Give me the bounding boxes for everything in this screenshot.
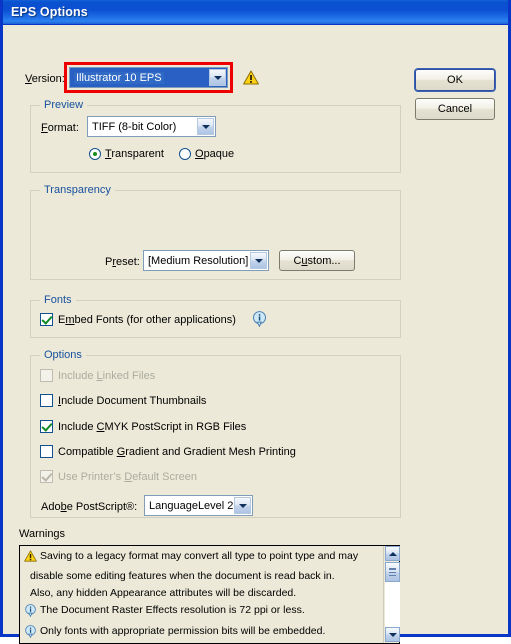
- scroll-thumb-grip: [389, 568, 396, 576]
- version-label: Version:: [25, 73, 65, 85]
- postscript-combo[interactable]: LanguageLevel 2: [144, 495, 253, 516]
- radio-transparent-label: Transparent: [105, 148, 164, 160]
- include-linked-files-label: Include Linked Files: [58, 369, 156, 382]
- ok-button[interactable]: OK: [415, 69, 495, 91]
- adobe-postscript-label: Adobe PostScript®:: [41, 501, 138, 513]
- postscript-combo-value: LanguageLevel 2: [149, 499, 234, 512]
- warning-line: Also, any hidden Appearance attributes w…: [20, 587, 399, 600]
- chevron-down-icon[interactable]: [250, 252, 267, 269]
- radio-transparent-dot[interactable]: [89, 148, 101, 160]
- preset-combo-value: [Medium Resolution]: [148, 254, 249, 267]
- option-include-document-thumbnails[interactable]: Include Document Thumbnails: [40, 394, 206, 407]
- radio-transparent[interactable]: Transparent: [89, 148, 164, 160]
- transparency-group-title: Transparency: [40, 184, 115, 196]
- preset-combo[interactable]: [Medium Resolution]: [143, 250, 269, 271]
- scroll-thumb[interactable]: [385, 562, 400, 582]
- cancel-button-label: Cancel: [437, 103, 473, 115]
- warning-text: Saving to a legacy format may convert al…: [40, 550, 359, 562]
- radio-opaque[interactable]: Opaque: [179, 148, 234, 160]
- compatible-gradient-label: Compatible Gradient and Gradient Mesh Pr…: [58, 445, 296, 458]
- radio-opaque-dot[interactable]: [179, 148, 191, 160]
- format-combo[interactable]: TIFF (8-bit Color): [87, 116, 216, 137]
- chevron-down-icon[interactable]: [197, 118, 214, 135]
- option-use-printers-default-screen: Use Printer’s Default Screen: [40, 470, 197, 483]
- info-bubble-icon: [24, 604, 37, 621]
- chevron-down-icon[interactable]: [234, 497, 251, 514]
- title-bar: EPS Options: [3, 0, 508, 25]
- version-highlight-box: [64, 62, 233, 93]
- preview-group-title: Preview: [40, 99, 88, 111]
- warnings-box: Saving to a legacy format may convert al…: [19, 545, 400, 644]
- include-cmyk-postscript-checkbox[interactable]: [40, 420, 53, 433]
- fonts-group-title: Fonts: [40, 294, 76, 306]
- warning-triangle-icon: [243, 70, 259, 88]
- warning-line: disable some editing features when the d…: [20, 570, 399, 583]
- radio-opaque-label: Opaque: [195, 148, 235, 160]
- use-printers-default-screen-label: Use Printer’s Default Screen: [58, 470, 198, 483]
- warning-text: Also, any hidden Appearance attributes w…: [30, 587, 297, 599]
- option-include-linked-files: Include Linked Files: [40, 369, 155, 382]
- dialog-client-area: Version: Illustrator 10 EPS OK Cancel Pr…: [3, 25, 508, 644]
- embed-fonts-checkbox[interactable]: [40, 313, 53, 326]
- warning-text: disable some editing features when the d…: [30, 570, 335, 582]
- warning-triangle-icon: [24, 550, 37, 566]
- include-linked-files-checkbox: [40, 369, 53, 382]
- ok-button-label: OK: [447, 74, 463, 86]
- embed-fonts-checkbox-row[interactable]: Embed Fonts (for other applications): [40, 313, 236, 326]
- window-title: EPS Options: [11, 5, 88, 19]
- warning-line: Only fonts with appropriate permission b…: [20, 625, 399, 642]
- include-cmyk-postscript-label: Include CMYK PostScript in RGB Files: [58, 420, 247, 433]
- option-include-cmyk-postscript[interactable]: Include CMYK PostScript in RGB Files: [40, 420, 246, 433]
- compatible-gradient-checkbox[interactable]: [40, 445, 53, 458]
- eps-options-dialog: EPS Options Version: Illustrator 10 EPS …: [0, 0, 511, 644]
- custom-button[interactable]: Custom...: [279, 250, 355, 271]
- warnings-scrollbar[interactable]: [383, 546, 400, 643]
- warnings-label: Warnings: [19, 528, 66, 540]
- info-bubble-icon[interactable]: [252, 311, 267, 330]
- warning-line: Saving to a legacy format may convert al…: [20, 550, 399, 566]
- format-label: Format:: [41, 122, 79, 134]
- cancel-button[interactable]: Cancel: [415, 98, 495, 120]
- custom-button-label: Custom...: [293, 254, 341, 267]
- warning-text: The Document Raster Effects resolution i…: [40, 604, 305, 616]
- use-printers-default-screen-checkbox: [40, 470, 53, 483]
- warning-text: Only fonts with appropriate permission b…: [40, 625, 326, 637]
- options-group-title: Options: [40, 349, 86, 361]
- embed-fonts-label: Embed Fonts (for other applications): [58, 313, 236, 326]
- option-compatible-gradient[interactable]: Compatible Gradient and Gradient Mesh Pr…: [40, 445, 296, 458]
- format-combo-value: TIFF (8-bit Color): [92, 120, 177, 133]
- info-bubble-icon: [24, 625, 37, 642]
- scroll-up-icon[interactable]: [385, 546, 400, 561]
- scroll-down-icon[interactable]: [385, 627, 400, 642]
- include-document-thumbnails-checkbox[interactable]: [40, 394, 53, 407]
- include-document-thumbnails-label: Include Document Thumbnails: [58, 394, 207, 407]
- warning-line: The Document Raster Effects resolution i…: [20, 604, 399, 621]
- preset-label: Preset:: [105, 256, 140, 268]
